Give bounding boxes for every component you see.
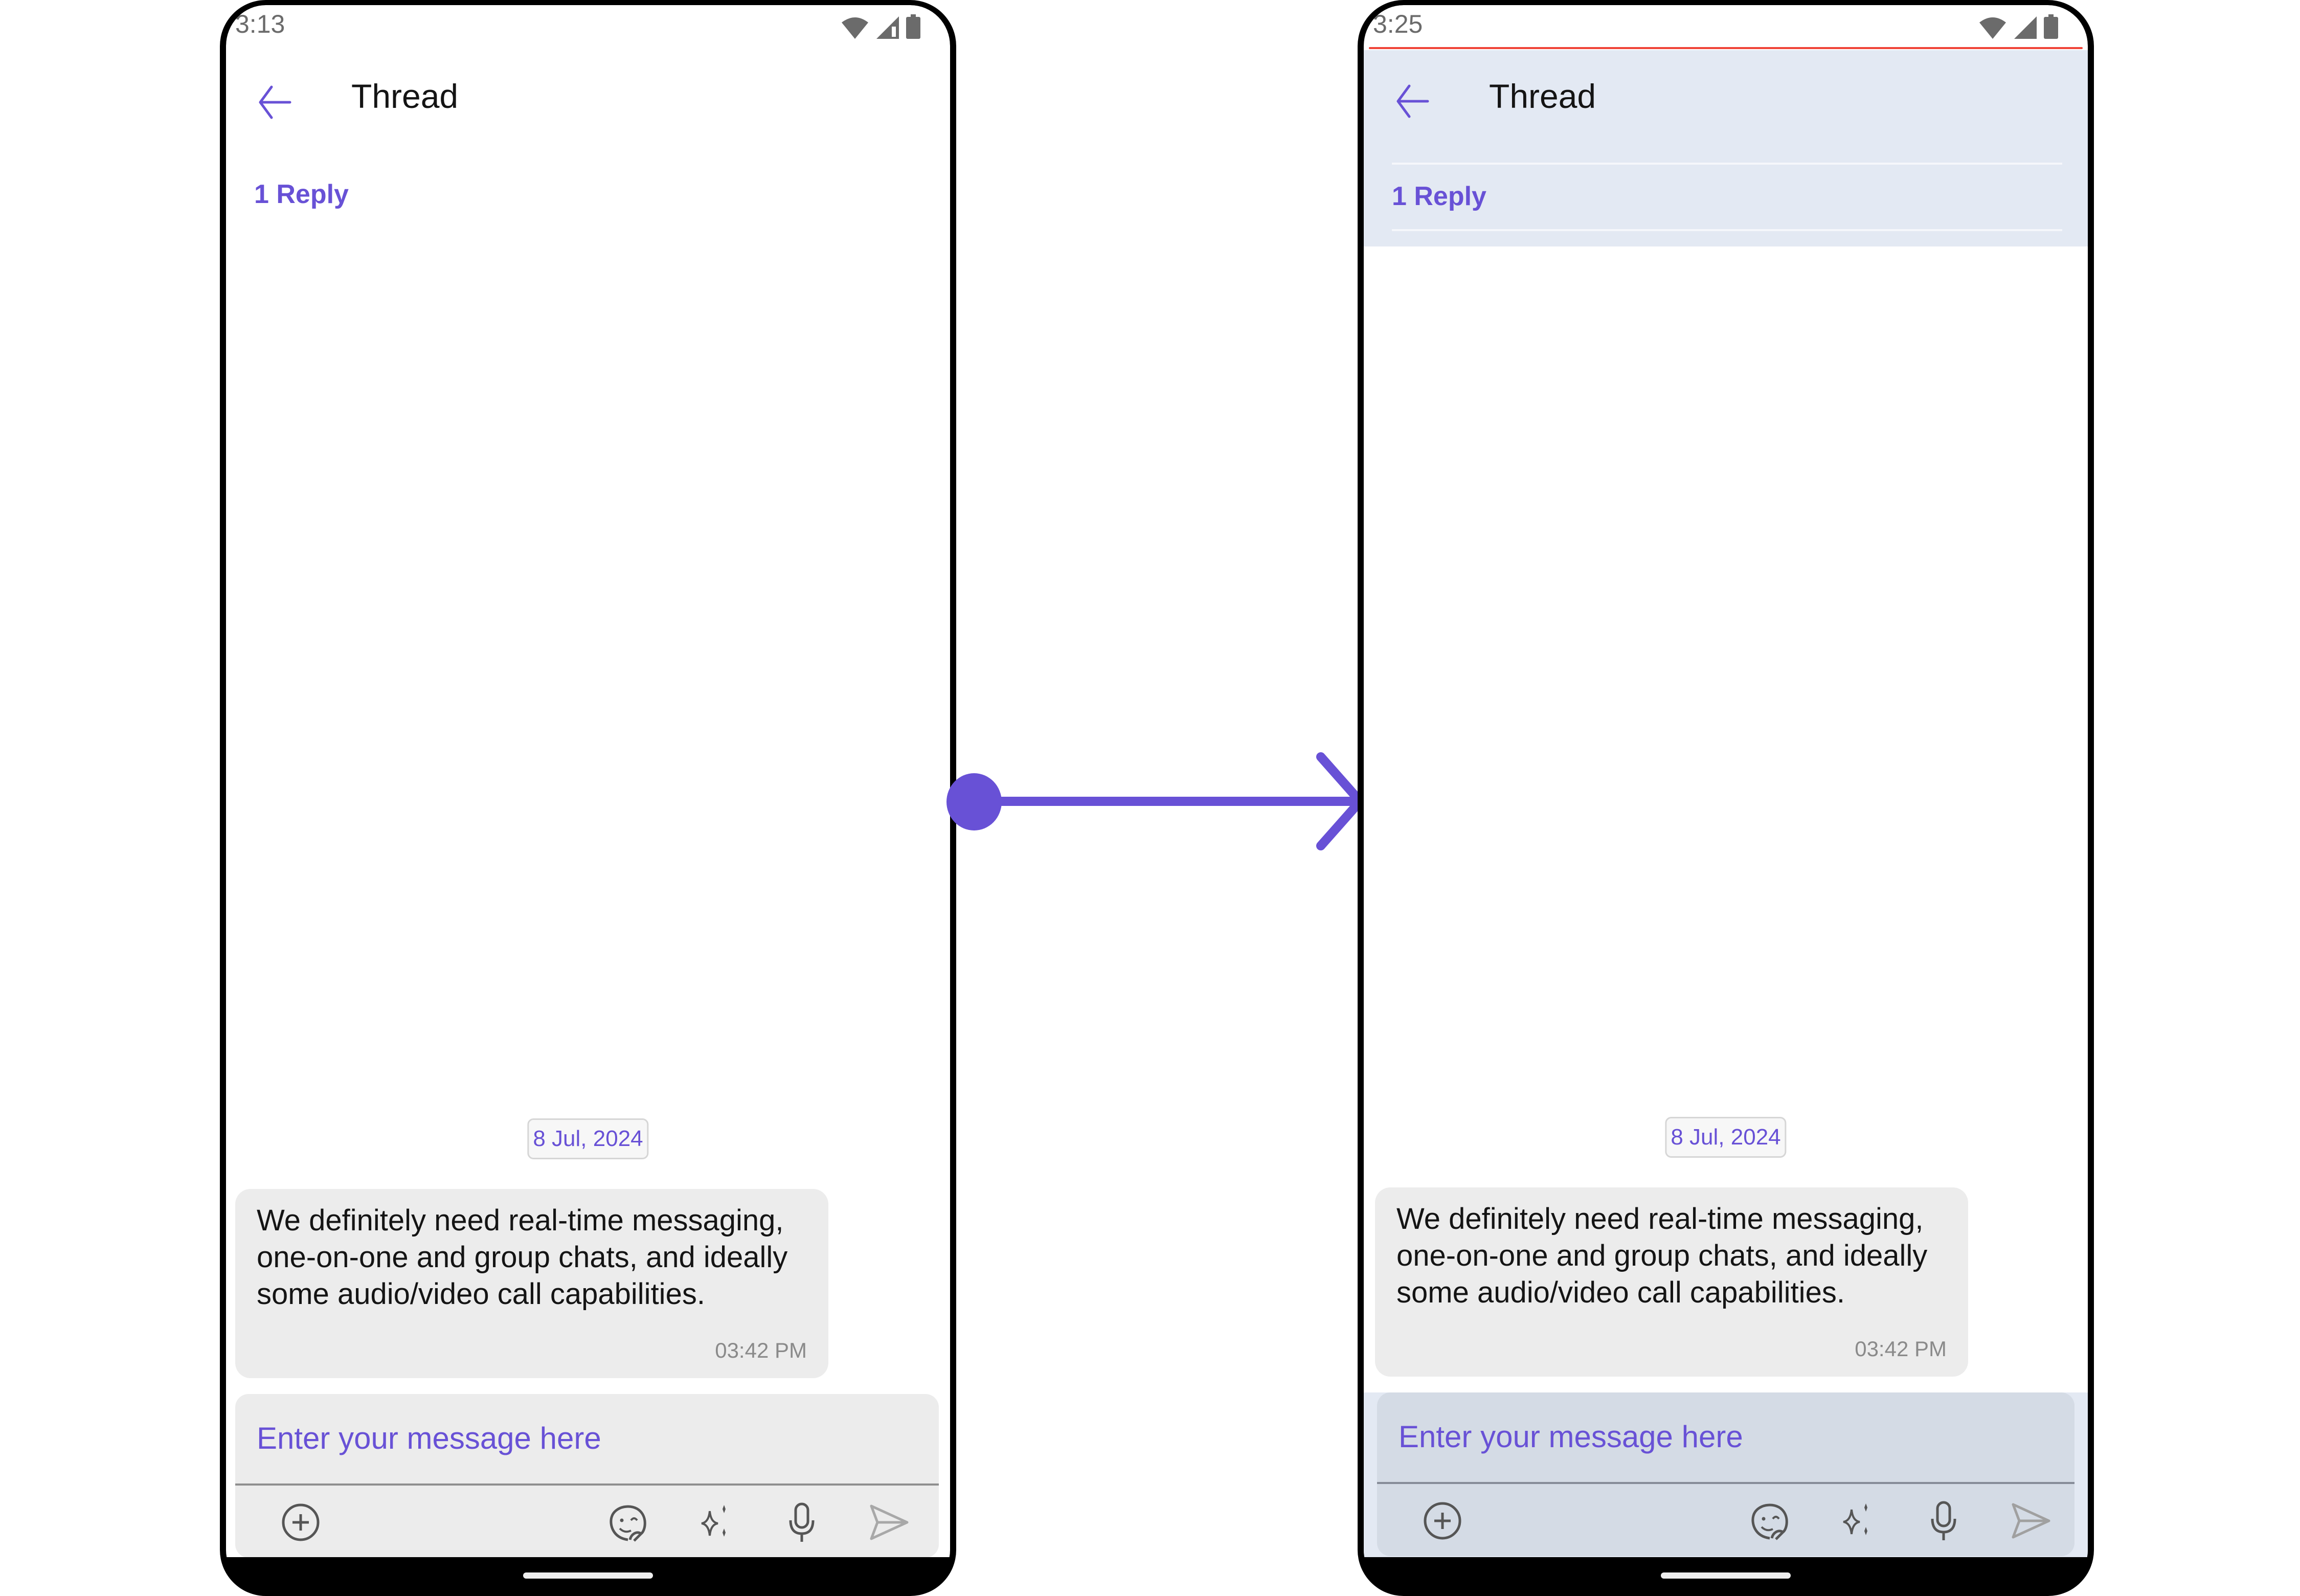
phone-before: 3:13 Thread 1 Reply 8 Jul, 2024 We defin… — [220, 0, 956, 1596]
sticker-button[interactable] — [1744, 1495, 1795, 1546]
thread-header: Thread 1 Reply — [226, 45, 950, 229]
thread-header: Thread 1 Reply — [1364, 50, 2088, 246]
page-title: Thread — [1489, 77, 1596, 115]
message-input[interactable]: Enter your message here — [1399, 1419, 1743, 1454]
microphone-icon — [1931, 1501, 1956, 1540]
status-bar: 3:25 — [1364, 5, 2088, 45]
gesture-nav-bar[interactable] — [1661, 1572, 1791, 1579]
gesture-nav-bar[interactable] — [523, 1572, 653, 1579]
message-text: We definitely need real-time messaging, … — [257, 1204, 788, 1311]
sticker-icon — [610, 1505, 646, 1542]
page-title: Thread — [351, 77, 459, 115]
message-bubble[interactable]: We definitely need real-time messaging, … — [1375, 1187, 1968, 1377]
sticker-icon — [1751, 1503, 1788, 1540]
cellular-signal-icon — [2014, 16, 2037, 39]
sticker-button[interactable] — [602, 1497, 653, 1548]
arrow-left-icon[interactable] — [254, 82, 295, 123]
message-input[interactable]: Enter your message here — [257, 1421, 601, 1456]
screen-after: 3:25 Thread 1 Reply 8 Jul, 2024 We defin… — [1364, 5, 2088, 1557]
ai-sparkle-icon — [701, 1505, 726, 1537]
reply-count: 1 Reply — [254, 179, 349, 209]
message-time: 03:42 PM — [715, 1338, 807, 1362]
add-attachment-icon — [1424, 1502, 1461, 1540]
highlight-border-top — [1369, 47, 2083, 49]
screen-before: 3:13 Thread 1 Reply 8 Jul, 2024 We defin… — [226, 5, 950, 1557]
status-bar: 3:13 — [226, 5, 950, 45]
send-button[interactable] — [863, 1497, 914, 1548]
phone-after: 3:25 Thread 1 Reply 8 Jul, 2024 We defin… — [1358, 0, 2094, 1596]
status-time: 3:25 — [1373, 10, 1423, 38]
arrow-left-icon[interactable] — [1392, 81, 1433, 122]
voice-record-button[interactable] — [776, 1497, 827, 1548]
voice-record-button[interactable] — [1918, 1495, 1969, 1546]
send-icon — [870, 1504, 909, 1540]
send-icon — [2012, 1503, 2050, 1539]
date-separator: 8 Jul, 2024 — [1665, 1117, 1787, 1158]
reply-count: 1 Reply — [1392, 182, 1486, 211]
wifi-icon — [1979, 17, 2006, 39]
cellular-signal-icon — [876, 16, 899, 39]
composer-highlight: Enter your message here — [1364, 1392, 2088, 1557]
ai-sparkle-icon — [1843, 1503, 1867, 1535]
add-attachment-button[interactable] — [275, 1497, 326, 1548]
ai-assist-button[interactable] — [1831, 1495, 1882, 1546]
battery-icon — [906, 14, 920, 39]
ai-assist-button[interactable] — [689, 1497, 740, 1548]
add-attachment-button[interactable] — [1417, 1495, 1468, 1546]
microphone-icon — [789, 1502, 815, 1542]
message-composer: Enter your message here — [1377, 1392, 2074, 1556]
add-attachment-icon — [282, 1503, 320, 1541]
arrow-shaft — [989, 797, 1358, 806]
message-text: We definitely need real-time messaging, … — [1396, 1202, 1928, 1309]
message-composer: Enter your message here — [235, 1394, 939, 1557]
header-divider — [1392, 163, 2062, 165]
send-button[interactable] — [2005, 1495, 2056, 1546]
message-bubble[interactable]: We definitely need real-time messaging, … — [235, 1189, 828, 1378]
reply-divider — [1392, 229, 2062, 231]
date-separator: 8 Jul, 2024 — [527, 1118, 649, 1159]
battery-icon — [2044, 14, 2058, 39]
transition-arrow — [946, 752, 1365, 850]
status-time: 3:13 — [235, 10, 285, 38]
message-time: 03:42 PM — [1855, 1337, 1947, 1361]
wifi-icon — [842, 17, 868, 39]
